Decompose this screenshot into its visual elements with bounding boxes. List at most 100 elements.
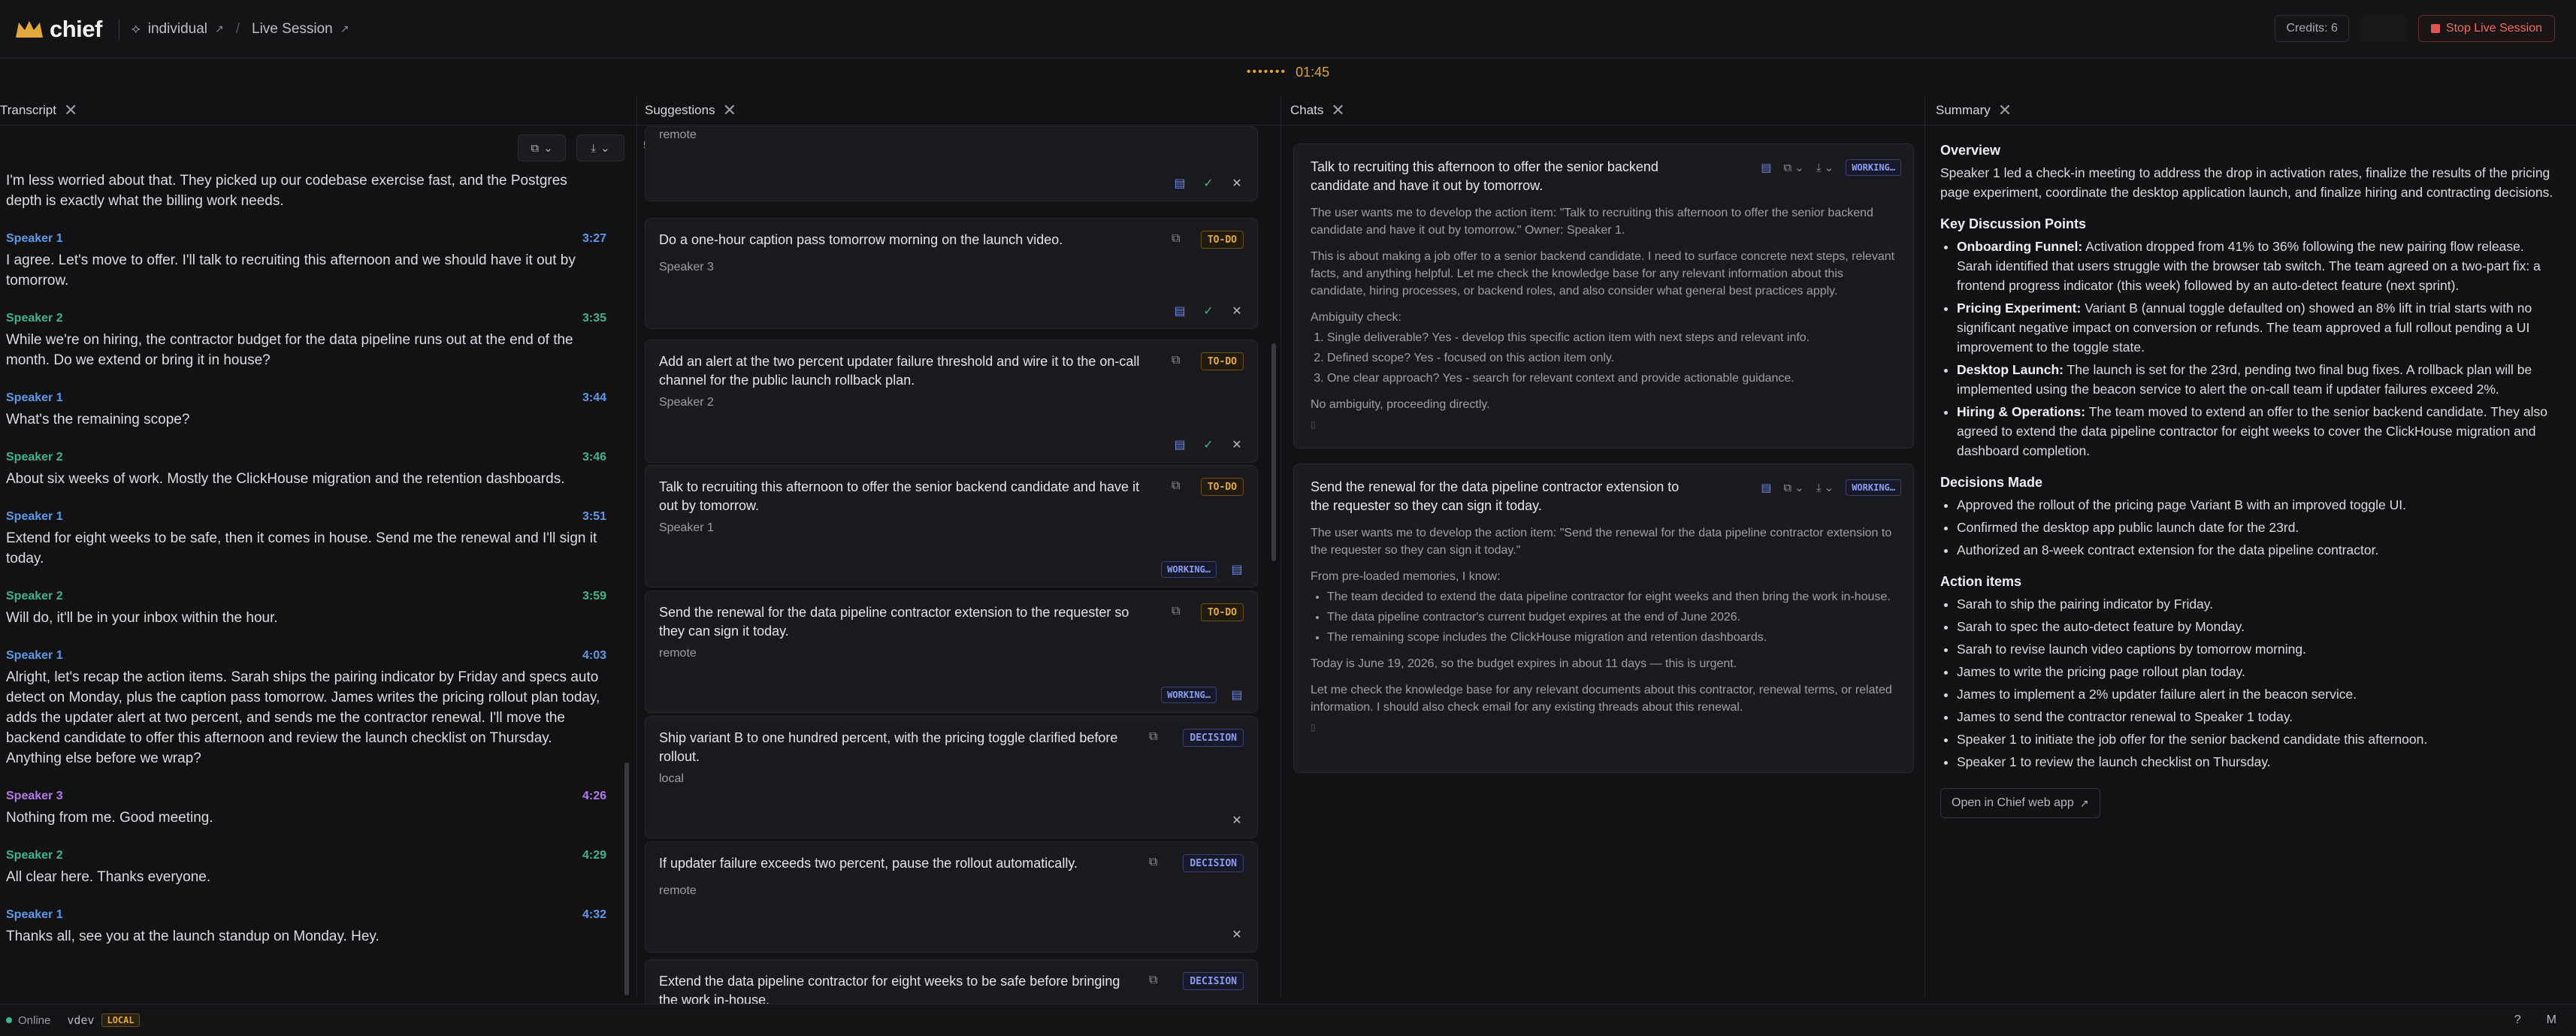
copy-icon[interactable]: ⧉ <box>1149 730 1163 744</box>
summary-panel: Summary ✕ Overview Speaker 1 led a check… <box>1925 95 2576 997</box>
dismiss-icon[interactable]: ✕ <box>1229 926 1245 943</box>
copy-icon[interactable]: ⧉ <box>1172 232 1185 246</box>
dismiss-icon[interactable]: ✕ <box>1229 175 1245 192</box>
close-icon[interactable]: ✕ <box>723 101 736 120</box>
suggestion-card[interactable]: Ship variant B to one hundred percent, w… <box>645 716 1258 838</box>
speaker-name: Speaker 3 <box>6 790 63 802</box>
stop-live-session-button[interactable]: Stop Live Session <box>2417 15 2555 42</box>
chat-icon[interactable]: ▤ <box>1172 175 1188 192</box>
typing-caret: ▯ <box>1311 722 1316 732</box>
timestamp[interactable]: 3:44 <box>582 391 606 405</box>
open-web-app-button[interactable]: Open in Chief web app ↗ <box>1940 788 2100 818</box>
transcript-entry: Speaker 2 3:46 About six weeks of work. Mo… <box>6 451 606 489</box>
transcript-entry: Speaker 1 4:32 Thanks all, see you at the … <box>6 908 606 947</box>
overview-text: Speaker 1 led a check-in meeting to addr… <box>1940 165 2553 200</box>
breadcrumb-session[interactable]: Live Session <box>252 21 333 38</box>
chat-icon[interactable]: ▤ <box>1229 687 1245 703</box>
timestamp[interactable]: 4:03 <box>582 649 606 663</box>
suggestion-card[interactable]: Add an alert at the two percent updater … <box>645 340 1258 463</box>
copy-icon[interactable]: ⧉ ⌄ <box>1783 481 1804 494</box>
suggestions-panel: Suggestions ✕ 54 remote▤✓✕Do a one-hour … <box>637 95 1281 1027</box>
speaker-name: Speaker 2 <box>6 590 63 603</box>
online-dot-icon <box>6 1017 12 1023</box>
elapsed-time: 01:45 <box>1296 64 1330 80</box>
dismiss-icon[interactable]: ✕ <box>1229 436 1245 453</box>
decisions-heading: Decisions Made <box>1940 475 2043 490</box>
accept-icon[interactable]: ✓ <box>1200 175 1217 192</box>
suggestion-title: Talk to recruiting this afternoon to off… <box>659 479 1140 513</box>
transcript-entry-header: Speaker 1 3:51 <box>6 510 606 524</box>
transcript-text: Alright, let's recap the action items. S… <box>6 669 600 766</box>
download-icon[interactable]: ⤓ ⌄ <box>1816 481 1834 494</box>
copy-icon[interactable]: ⧉ <box>1172 479 1185 493</box>
copy-icon[interactable]: ⧉ <box>1149 974 1163 987</box>
speaker-name: Speaker 1 <box>6 649 63 662</box>
transcript-entry: Speaker 1 3:27 I agree. Let's move to offe… <box>6 232 606 291</box>
chat-toolbar: ▤ ⧉ ⌄ ⤓ ⌄ WORKING… <box>1761 479 1901 496</box>
user-avatar[interactable]: M <box>2547 1013 2556 1027</box>
transcript-entry-header: Speaker 1 3:44 <box>6 391 606 405</box>
external-link-icon[interactable]: ↗ <box>340 23 349 35</box>
suggestion-type-badge: DECISION <box>1183 729 1244 747</box>
close-icon[interactable]: ✕ <box>1331 101 1344 120</box>
app-logo[interactable]: chief <box>15 16 102 43</box>
timestamp[interactable]: 4:29 <box>582 849 606 862</box>
suggestion-card[interactable]: Do a one-hour caption pass tomorrow morn… <box>645 218 1258 329</box>
breadcrumb-workspace[interactable]: individual <box>148 21 207 38</box>
typing-caret: ▯ <box>1311 419 1316 430</box>
list-item: Sarah to ship the pairing indicator by F… <box>1957 594 2559 614</box>
timestamp[interactable]: 4:26 <box>582 790 606 803</box>
timestamp[interactable]: 4:32 <box>582 908 606 922</box>
suggestion-actions: ✕ <box>1229 812 1245 829</box>
copy-icon[interactable]: ⧉ <box>1172 605 1185 618</box>
chat-icon[interactable]: ▤ <box>1229 561 1245 578</box>
help-button[interactable]: ? <box>2514 1013 2521 1027</box>
transcript-entry: Speaker 1 3:44 What's the remaining scope? <box>6 391 606 430</box>
timestamp[interactable]: 3:59 <box>582 590 606 603</box>
scrollbar[interactable] <box>1271 343 1276 561</box>
scrollbar[interactable] <box>624 763 629 995</box>
chat-icon[interactable]: ▤ <box>1172 436 1188 453</box>
suggestion-card[interactable]: Send the renewal for the data pipeline c… <box>645 590 1258 713</box>
speaker-name: Speaker 2 <box>6 312 63 325</box>
timestamp[interactable]: 3:51 <box>582 510 606 524</box>
chat-card[interactable]: Talk to recruiting this afternoon to off… <box>1293 143 1914 449</box>
timestamp[interactable]: 3:35 <box>582 312 606 325</box>
transcript-entry-header: Speaker 1 4:32 <box>6 908 606 922</box>
list-item: Speaker 1 to initiate the job offer for … <box>1957 729 2559 749</box>
chat-icon[interactable]: ▤ <box>1761 481 1771 494</box>
action-items-list: Sarah to ship the pairing indicator by F… <box>1957 594 2559 772</box>
external-link-icon: ↗ <box>2079 797 2089 809</box>
list-item: Pricing Experiment: Variant B (annual to… <box>1957 298 2559 357</box>
chat-icon[interactable]: ▤ <box>1172 303 1188 319</box>
status-bar-actions: ? M <box>2514 1013 2556 1027</box>
accept-icon[interactable]: ✓ <box>1200 303 1217 319</box>
copy-button[interactable]: ⧉ ⌄ <box>518 134 566 162</box>
copy-icon[interactable]: ⧉ <box>1172 354 1185 367</box>
list-item: One clear approach? Yes - search for rel… <box>1327 370 1897 387</box>
account-button[interactable] <box>2359 15 2408 42</box>
download-icon[interactable]: ⤓ ⌄ <box>1816 161 1834 174</box>
download-button[interactable]: ⤓ ⌄ <box>576 134 624 162</box>
suggestion-card[interactable]: If updater failure exceeds two percent, … <box>645 841 1258 953</box>
copy-icon[interactable]: ⧉ <box>1149 856 1163 869</box>
timestamp[interactable]: 3:46 <box>582 451 606 464</box>
transcript-text: I agree. Let's move to offer. I'll talk … <box>6 252 576 288</box>
chat-body: The user wants me to develop the action … <box>1311 524 1897 736</box>
timestamp[interactable]: 3:27 <box>582 232 606 246</box>
suggestion-title: Send the renewal for the data pipeline c… <box>659 605 1129 639</box>
close-icon[interactable]: ✕ <box>1998 101 2012 120</box>
transcript-entry-header: Speaker 1 3:27 <box>6 232 606 246</box>
accept-icon[interactable]: ✓ <box>1200 436 1217 453</box>
external-link-icon[interactable]: ↗ <box>215 23 224 35</box>
close-icon[interactable]: ✕ <box>64 101 77 120</box>
dismiss-icon[interactable]: ✕ <box>1229 303 1245 319</box>
suggestion-card[interactable]: Talk to recruiting this afternoon to off… <box>645 465 1258 587</box>
suggestion-card[interactable]: remote ▤ ✓ ✕ <box>645 126 1258 201</box>
chevron-down-icon: ⌄ <box>600 142 610 155</box>
list-item: Hiring & Operations: The team moved to e… <box>1957 402 2559 461</box>
chat-card[interactable]: Send the renewal for the data pipeline c… <box>1293 464 1914 773</box>
dismiss-icon[interactable]: ✕ <box>1229 812 1245 829</box>
copy-icon[interactable]: ⧉ ⌄ <box>1783 161 1804 174</box>
chat-icon[interactable]: ▤ <box>1761 161 1771 174</box>
